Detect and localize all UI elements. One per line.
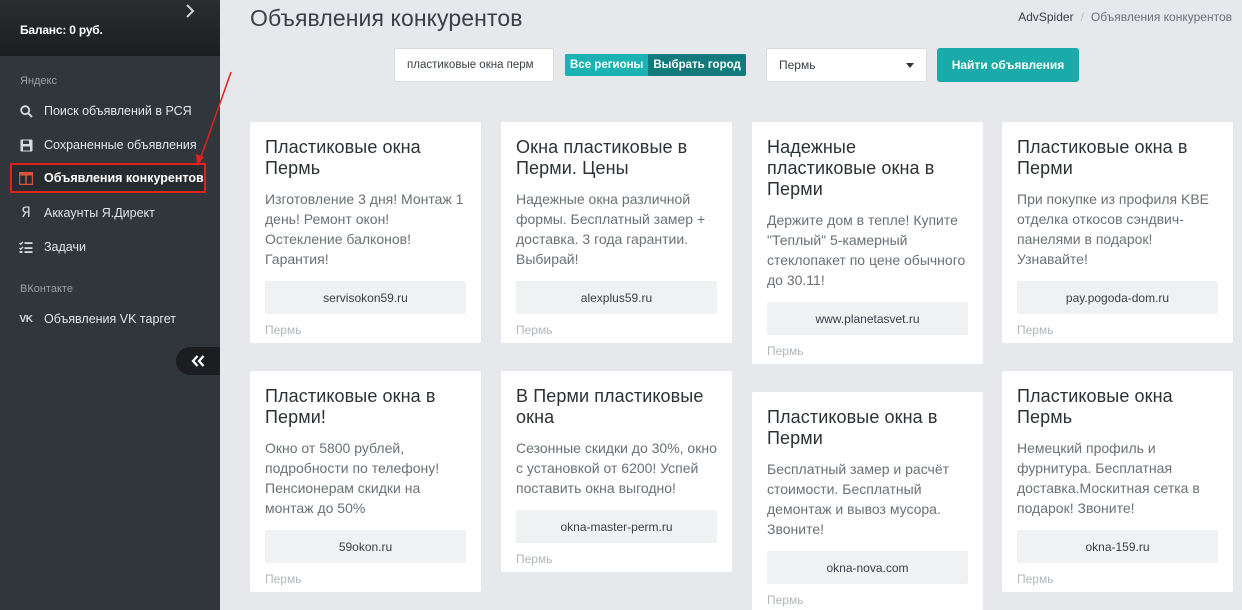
sidebar-item-label: Поиск объявлений в РСЯ — [44, 104, 192, 118]
ad-region: Пермь — [767, 344, 804, 358]
page-title: Объявления конкурентов — [250, 5, 523, 31]
ad-region: Пермь — [1017, 323, 1054, 337]
ad-card: Надежные пластиковые окна в Перми Держит… — [752, 122, 983, 364]
ad-text: Немецкий профиль и фурнитура. Бесплатная… — [1017, 440, 1200, 516]
sidebar-item-competitors[interactable]: Объявления конкурентов — [10, 163, 206, 193]
double-chevron-left-icon — [191, 355, 205, 367]
breadcrumb-home-link[interactable]: AdvSpider — [1018, 10, 1073, 24]
ad-card: Пластиковые окна в Перми! Окно от 5800 р… — [250, 371, 481, 592]
breadcrumb: AdvSpider / Объявления конкурентов — [1018, 10, 1232, 24]
search-icon — [18, 103, 34, 119]
sidebar-header: Баланс: 0 руб. — [0, 0, 220, 56]
sidebar-item-rsya-search[interactable]: Поиск объявлений в РСЯ — [10, 96, 206, 126]
ad-region: Пермь — [1017, 572, 1054, 586]
region-option-city[interactable]: Выбрать город — [648, 54, 746, 76]
section-title-yandex: Яндекс — [20, 75, 57, 87]
ad-title: Пластиковые окна Пермь — [1017, 386, 1173, 427]
ad-region: Пермь — [516, 552, 553, 566]
sidebar-item-direct-accounts[interactable]: Я Аккаунты Я.Директ — [10, 198, 206, 228]
ad-text: Надежные окна различной формы. Бесплатны… — [516, 191, 706, 267]
yandex-icon: Я — [21, 205, 31, 221]
balance-label: Баланс: 0 руб. — [20, 23, 103, 37]
chevron-down-icon — [906, 62, 914, 68]
ad-title: Пластиковые окна в Перми — [1017, 137, 1188, 178]
ad-text: Окно от 5800 рублей, подробности по теле… — [265, 440, 440, 516]
search-input[interactable]: пластиковые окна перм — [394, 48, 554, 82]
chevron-right-icon[interactable] — [183, 3, 197, 19]
ad-domain[interactable]: www.planetasvet.ru — [767, 302, 968, 335]
sidebar-item-saved[interactable]: Сохраненные объявления — [10, 130, 206, 160]
ad-text: Изготовление 3 дня! Монтаж 1 день! Ремон… — [265, 191, 464, 267]
sidebar-item-label: Объявления конкурентов — [44, 171, 204, 185]
breadcrumb-separator: / — [1080, 10, 1084, 24]
tasks-icon — [18, 239, 34, 255]
section-title-vk: ВКонтакте — [20, 283, 73, 295]
sidebar: Баланс: 0 руб. Яндекс Поиск объявлений в… — [0, 0, 220, 610]
sidebar-item-tasks[interactable]: Задачи — [10, 232, 206, 262]
ad-card: Пластиковые окна в Перми При покупке из … — [1002, 122, 1233, 343]
ad-domain[interactable]: pay.pogoda-dom.ru — [1017, 281, 1218, 314]
ad-domain[interactable]: 59okon.ru — [265, 530, 466, 563]
find-ads-button[interactable]: Найти объявления — [937, 48, 1079, 82]
ad-title: В Перми пластиковые окна — [516, 386, 704, 427]
ad-card: Окна пластиковые в Перми. Цены Надежные … — [501, 122, 732, 343]
breadcrumb-current: Объявления конкурентов — [1090, 10, 1232, 24]
ad-card: Пластиковые окна Пермь Немецкий профиль … — [1002, 371, 1233, 592]
vk-icon: VK — [19, 313, 33, 325]
sidebar-item-label: Сохраненные объявления — [44, 138, 197, 152]
ad-domain[interactable]: servisokon59.ru — [265, 281, 466, 314]
ad-region: Пермь — [767, 593, 804, 607]
ad-text: Держите дом в тепле! Купите "Теплый" 5-к… — [767, 212, 966, 288]
city-select[interactable]: Пермь — [766, 48, 927, 82]
sidebar-item-label: Объявления VK таргет — [44, 312, 176, 326]
columns-icon — [18, 170, 34, 186]
region-toggle: Все регионы Выбрать город — [565, 54, 746, 76]
ad-title: Пластиковые окна в Перми! — [265, 386, 436, 427]
ad-region: Пермь — [516, 323, 553, 337]
save-icon — [18, 137, 34, 153]
region-option-all[interactable]: Все регионы — [565, 54, 649, 76]
ad-card: Пластиковые окна в Перми Бесплатный заме… — [752, 392, 983, 610]
ad-title: Окна пластиковые в Перми. Цены — [516, 137, 688, 178]
sidebar-item-label: Задачи — [44, 240, 86, 254]
ad-text: При покупке из профиля KBE отделка откос… — [1017, 191, 1210, 267]
ad-title: Пластиковые окна Пермь — [265, 137, 421, 178]
ad-card: В Перми пластиковые окна Сезонные скидки… — [501, 371, 732, 572]
ad-title: Надежные пластиковые окна в Перми — [767, 137, 935, 199]
ad-domain[interactable]: okna-nova.com — [767, 551, 968, 584]
ad-text: Бесплатный замер и расчёт стоимости. Бес… — [767, 461, 950, 537]
city-select-value: Пермь — [779, 58, 816, 72]
ad-domain[interactable]: okna-master-perm.ru — [516, 510, 717, 543]
ad-region: Пермь — [265, 323, 302, 337]
ad-card: Пластиковые окна Пермь Изготовление 3 дн… — [250, 122, 481, 343]
sidebar-item-vk-target[interactable]: VK Объявления VK таргет — [10, 304, 206, 334]
ad-title: Пластиковые окна в Перми — [767, 407, 938, 448]
sidebar-item-label: Аккаунты Я.Директ — [44, 206, 155, 220]
ad-domain[interactable]: okna-159.ru — [1017, 530, 1218, 563]
collapse-sidebar-button[interactable] — [176, 347, 220, 375]
ad-region: Пермь — [265, 572, 302, 586]
ad-text: Сезонные скидки до 30%, окно с установко… — [516, 440, 717, 496]
ad-domain[interactable]: alexplus59.ru — [516, 281, 717, 314]
